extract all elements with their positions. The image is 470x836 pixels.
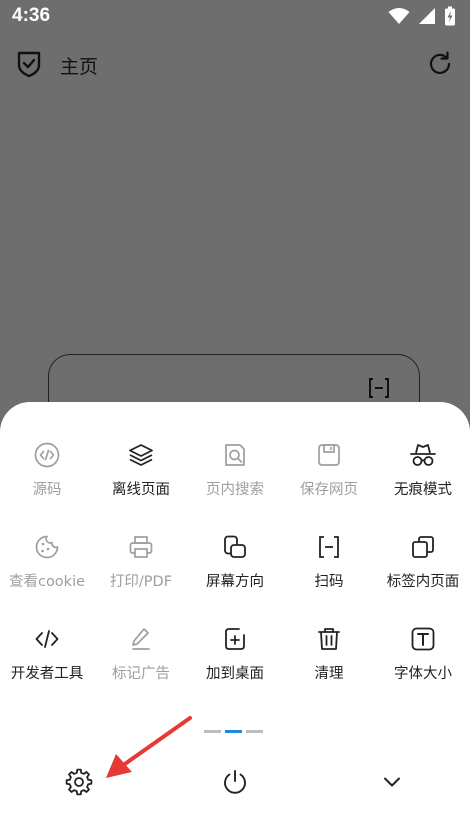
- cookie-icon: [35, 535, 59, 559]
- menu-item-label: 开发者工具: [10, 666, 84, 682]
- menu-item-scan-code[interactable]: 扫码: [282, 534, 376, 604]
- menu-item-label: 标签内页面: [386, 574, 460, 590]
- menu-item-add-to-desktop[interactable]: 加到桌面: [188, 626, 282, 696]
- menu-item-print-pdf[interactable]: 打印/PDF: [94, 534, 188, 604]
- signal-icon: [419, 8, 435, 24]
- menu-item-label: 标记广告: [112, 666, 170, 682]
- battery-charging-icon: [445, 6, 455, 26]
- incognito-icon: [410, 444, 436, 466]
- page-dot: [246, 730, 263, 733]
- settings-gear-hub: [74, 777, 84, 787]
- page-title: 主页: [60, 56, 99, 78]
- menu-item-label: 查看cookie: [8, 574, 86, 590]
- chevron-down-icon[interactable]: [378, 768, 406, 796]
- settings-gear-outline: [65, 768, 93, 796]
- find-in-page-icon: [225, 444, 245, 466]
- power-icon[interactable]: [221, 768, 249, 796]
- page-indicator: [204, 730, 263, 733]
- trash-icon: [318, 628, 340, 650]
- layers-icon: [129, 444, 153, 466]
- code-icon: [35, 630, 59, 648]
- settings-icon[interactable]: [65, 768, 93, 796]
- shield-check-icon[interactable]: [16, 50, 42, 78]
- menu-sheet: 源码 离线页面 页内搜索 保存网页 无痕模式 查看cookie 打印/PDF 屏…: [0, 402, 470, 836]
- menu-item-label: 保存网页: [300, 482, 358, 498]
- bottom-actions: [0, 768, 470, 808]
- menu-item-label: 屏幕方向: [206, 574, 264, 590]
- page-dot: [204, 730, 221, 733]
- menu-item-label: 字体大小: [394, 666, 452, 682]
- menu-item-incognito[interactable]: 无痕模式: [376, 442, 470, 512]
- printer-icon: [129, 536, 153, 558]
- menu-item-label: 扫码: [314, 574, 344, 590]
- wifi-icon: [388, 8, 410, 24]
- pen-icon: [132, 628, 150, 650]
- status-icons: [388, 6, 456, 26]
- status-time: 4:36: [12, 5, 51, 26]
- scan-icon: [319, 536, 339, 558]
- menu-item-label: 离线页面: [112, 482, 170, 498]
- page-dot-active: [225, 730, 242, 733]
- annotation-arrow-icon: [106, 716, 192, 778]
- add-to-desktop-icon: [225, 628, 245, 650]
- menu-item-label: 源码: [32, 482, 62, 498]
- code-icon: [34, 442, 60, 468]
- menu-item-developer-tools[interactable]: 开发者工具: [0, 626, 94, 696]
- status-bar: 4:36: [0, 0, 470, 34]
- menu-item-label: 页内搜索: [206, 482, 264, 498]
- menu-item-font-size[interactable]: 字体大小: [376, 626, 470, 696]
- app-bar: 主页: [0, 40, 470, 90]
- copy-icon: [412, 536, 434, 558]
- save-icon: [318, 444, 340, 466]
- menu-item-offline-pages[interactable]: 离线页面: [94, 442, 188, 512]
- refresh-icon[interactable]: [426, 50, 454, 78]
- menu-item-mark-ads[interactable]: 标记广告: [94, 626, 188, 696]
- menu-item-label: 清理: [314, 666, 344, 682]
- menu-item-clean[interactable]: 清理: [282, 626, 376, 696]
- screen-rotate-icon: [224, 535, 246, 558]
- menu-item-label: 无痕模式: [394, 482, 452, 498]
- font-size-icon: [411, 627, 435, 651]
- menu-item-screen-orientation[interactable]: 屏幕方向: [188, 534, 282, 604]
- menu-item-source[interactable]: 源码: [0, 442, 94, 512]
- menu-item-label: 加到桌面: [206, 666, 264, 682]
- menu-item-save-page[interactable]: 保存网页: [282, 442, 376, 512]
- scan-icon[interactable]: [367, 377, 391, 399]
- menu-item-label: 打印/PDF: [109, 574, 173, 590]
- menu-item-tab-pages[interactable]: 标签内页面: [376, 534, 470, 604]
- menu-item-view-cookie[interactable]: 查看cookie: [0, 534, 94, 604]
- menu-item-find-in-page[interactable]: 页内搜索: [188, 442, 282, 512]
